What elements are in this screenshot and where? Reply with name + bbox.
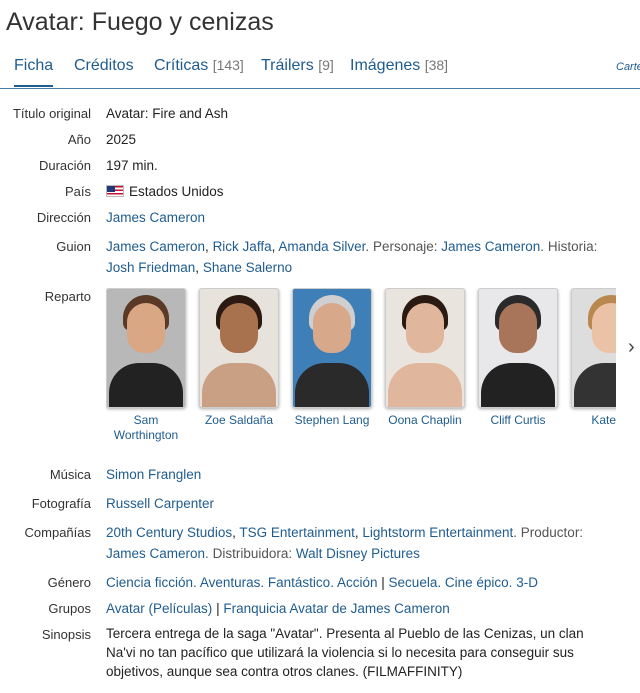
photo-face-shape bbox=[406, 303, 444, 353]
link-studio[interactable]: Lightstorm Entertainment bbox=[362, 525, 513, 540]
cast-name[interactable]: Stephen Lang bbox=[292, 413, 372, 428]
label-genero: Género bbox=[47, 575, 91, 590]
cast-name[interactable]: Sam Worthington bbox=[106, 413, 186, 443]
cast-photo[interactable] bbox=[571, 288, 616, 408]
label-anio: Año bbox=[67, 132, 91, 147]
tab-criticas[interactable]: Críticas [143] bbox=[154, 57, 244, 75]
tab-creditos[interactable]: Créditos bbox=[74, 57, 134, 75]
tab-ficha[interactable]: Ficha bbox=[14, 57, 54, 87]
link-musica[interactable]: Simon Franglen bbox=[106, 467, 201, 482]
cast-name[interactable]: Cliff Curtis bbox=[478, 413, 558, 428]
link-tag[interactable]: Secuela bbox=[389, 575, 438, 590]
link-genre[interactable]: Ciencia ficción bbox=[106, 575, 193, 590]
cast-carousel: Sam Worthington Zoe Saldaña Stephen Lang Oo… bbox=[106, 288, 616, 448]
page-title: Avatar: Fuego y cenizas bbox=[6, 8, 274, 36]
label-reparto: Reparto bbox=[44, 289, 91, 304]
photo-face-shape bbox=[499, 303, 537, 353]
link-group[interactable]: Avatar (Películas) bbox=[106, 601, 212, 616]
label-duracion: Duración bbox=[38, 158, 91, 173]
genre-separator: | bbox=[381, 575, 385, 590]
value-titulo-original: Avatar: Fire and Ash bbox=[106, 106, 229, 121]
link-writer[interactable]: Rick Jaffa bbox=[213, 239, 272, 254]
link-genre[interactable]: Acción bbox=[337, 575, 378, 590]
photo-body-shape bbox=[295, 363, 369, 407]
cast-card[interactable]: Zoe Saldaña bbox=[199, 288, 279, 428]
photo-face-shape bbox=[220, 303, 258, 353]
label-guion: Guion bbox=[56, 239, 91, 254]
productor-label: Productor: bbox=[520, 525, 584, 540]
label-musica: Música bbox=[49, 467, 91, 482]
link-personaje[interactable]: James Cameron bbox=[441, 239, 540, 254]
photo-face-shape bbox=[313, 303, 351, 353]
label-pais: País bbox=[64, 184, 91, 199]
distribuidora-label: Distribuidora: bbox=[212, 546, 293, 561]
link-productor[interactable]: James Cameron bbox=[106, 546, 205, 561]
tab-imagenes-count: [38] bbox=[424, 57, 449, 73]
cast-name[interactable]: Zoe Saldaña bbox=[199, 413, 279, 428]
tab-imagenes[interactable]: Imágenes [38] bbox=[350, 57, 448, 75]
link-director[interactable]: James Cameron bbox=[106, 210, 205, 225]
cast-name[interactable]: Kate W bbox=[571, 413, 616, 428]
cast-photo[interactable] bbox=[292, 288, 372, 408]
label-titulo-original: Título original bbox=[12, 106, 91, 121]
us-flag-icon bbox=[106, 185, 124, 197]
link-distribuidora[interactable]: Walt Disney Pictures bbox=[296, 546, 420, 561]
link-historia[interactable]: Josh Friedman bbox=[106, 260, 195, 275]
synopsis-text: Tercera entrega de la saga "Avatar". Pre… bbox=[106, 626, 584, 679]
link-fotografia[interactable]: Russell Carpenter bbox=[106, 496, 214, 511]
cast-card[interactable]: Oona Chaplin bbox=[385, 288, 465, 428]
cast-photo[interactable] bbox=[199, 288, 279, 408]
personaje-label: Personaje: bbox=[372, 239, 438, 254]
tab-cartel[interactable]: Carte bbox=[616, 61, 640, 73]
label-sinopsis: Sinopsis bbox=[41, 627, 91, 642]
cast-name[interactable]: Oona Chaplin bbox=[385, 413, 465, 428]
link-writer[interactable]: James Cameron bbox=[106, 239, 205, 254]
value-anio: 2025 bbox=[106, 132, 137, 147]
link-genre[interactable]: Fantástico bbox=[268, 575, 330, 590]
photo-face-shape bbox=[127, 303, 165, 353]
cast-card[interactable]: Sam Worthington bbox=[106, 288, 186, 443]
value-duracion: 197 min. bbox=[106, 158, 158, 173]
link-tag[interactable]: 3-D bbox=[516, 575, 538, 590]
historia-label: Historia: bbox=[547, 239, 598, 254]
label-fotografia: Fotografía bbox=[31, 496, 91, 511]
cast-card[interactable]: Stephen Lang bbox=[292, 288, 372, 428]
photo-body-shape bbox=[109, 363, 183, 407]
photo-body-shape bbox=[574, 363, 616, 407]
photo-body-shape bbox=[481, 363, 555, 407]
value-pais: Estados Unidos bbox=[129, 184, 224, 199]
link-tag[interactable]: Cine épico bbox=[445, 575, 509, 590]
tab-trailers-count: [9] bbox=[318, 57, 334, 73]
tab-criticas-count: [143] bbox=[212, 57, 244, 73]
cast-card[interactable]: Kate W bbox=[571, 288, 616, 428]
tab-trailers[interactable]: Tráilers [9] bbox=[261, 57, 334, 75]
label-grupos: Grupos bbox=[48, 601, 91, 616]
cast-photo[interactable] bbox=[106, 288, 186, 408]
link-studio[interactable]: 20th Century Studios bbox=[106, 525, 232, 540]
link-genre[interactable]: Aventuras bbox=[200, 575, 261, 590]
link-studio[interactable]: TSG Entertainment bbox=[239, 525, 355, 540]
link-writer[interactable]: Amanda Silver bbox=[278, 239, 365, 254]
label-direccion: Dirección bbox=[36, 210, 91, 225]
photo-face-shape bbox=[592, 303, 616, 353]
photo-body-shape bbox=[388, 363, 462, 407]
chevron-right-icon[interactable]: › bbox=[628, 336, 635, 359]
tab-bar: Ficha Créditos Críticas [143] Tráilers [… bbox=[0, 48, 640, 89]
link-historia[interactable]: Shane Salerno bbox=[203, 260, 292, 275]
photo-body-shape bbox=[202, 363, 276, 407]
cast-photo[interactable] bbox=[478, 288, 558, 408]
label-companias: Compañías bbox=[24, 525, 91, 540]
link-group[interactable]: Franquicia Avatar de James Cameron bbox=[223, 601, 449, 616]
cast-photo[interactable] bbox=[385, 288, 465, 408]
cast-card[interactable]: Cliff Curtis bbox=[478, 288, 558, 428]
